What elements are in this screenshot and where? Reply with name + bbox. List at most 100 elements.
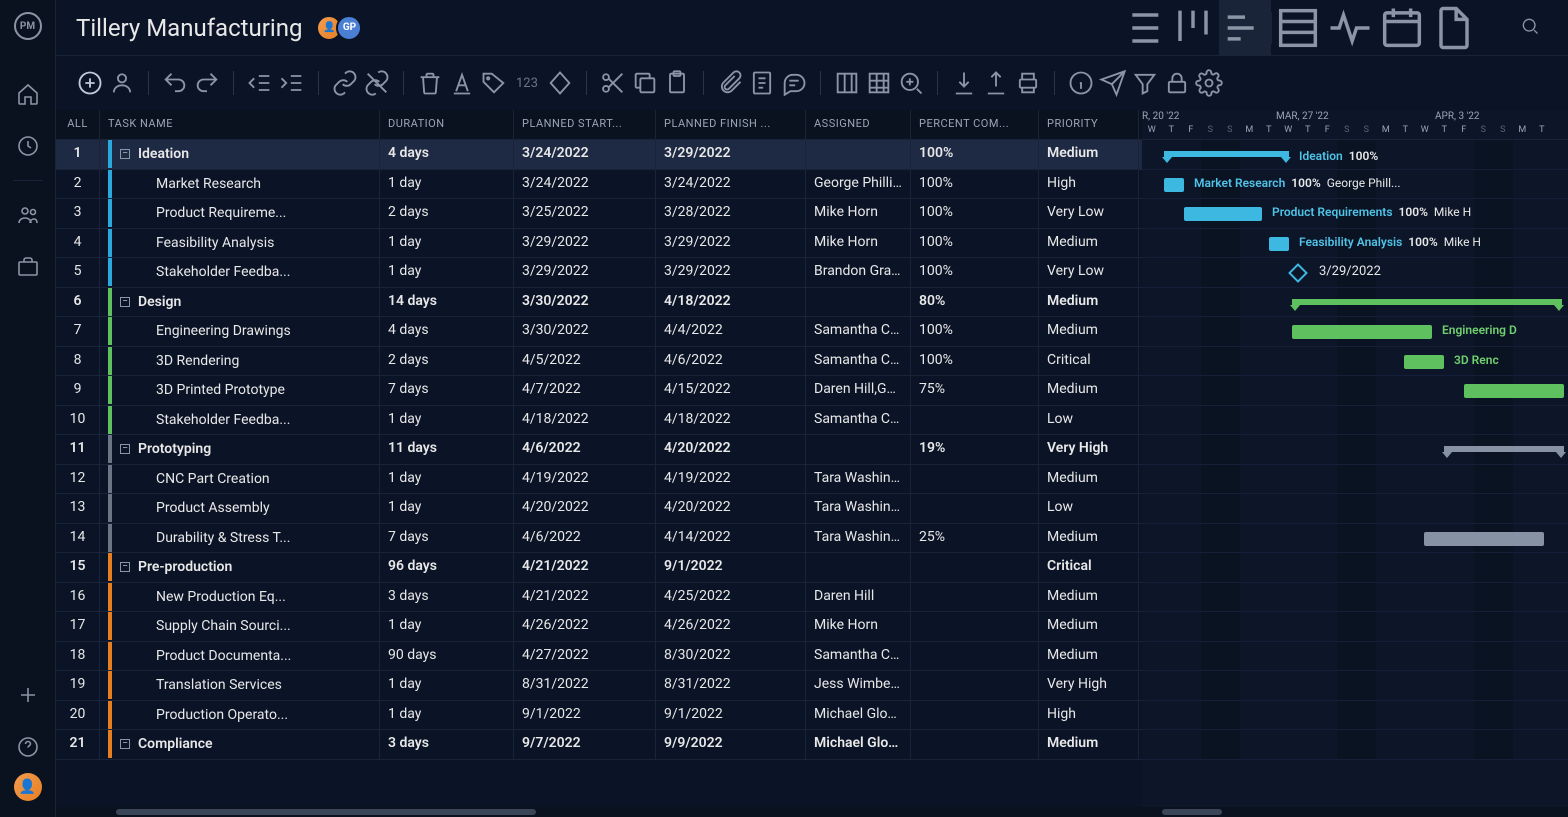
cut-icon[interactable]: [599, 69, 627, 97]
text-format-icon[interactable]: [448, 69, 476, 97]
col-task-name[interactable]: TASK NAME: [100, 110, 380, 139]
unlink-icon[interactable]: [363, 69, 391, 97]
columns-icon[interactable]: [833, 69, 861, 97]
table-row[interactable]: 7Engineering Drawings4 days3/30/20224/4/…: [56, 317, 1142, 347]
table-row[interactable]: 4Feasibility Analysis1 day3/29/20223/29/…: [56, 229, 1142, 259]
workload-view-icon[interactable]: [1324, 0, 1376, 56]
export-icon[interactable]: [982, 69, 1010, 97]
gantt-row[interactable]: [1142, 612, 1568, 642]
send-icon[interactable]: [1099, 69, 1127, 97]
gantt-row[interactable]: [1142, 583, 1568, 613]
table-row[interactable]: 11−Prototyping11 days4/6/20224/20/202219…: [56, 435, 1142, 465]
gantt-row[interactable]: Engineering D: [1142, 317, 1568, 347]
notes-icon[interactable]: [748, 69, 776, 97]
gantt-row[interactable]: 3/29/2022: [1142, 258, 1568, 288]
gantt-task-bar[interactable]: Market Research100%George Phill...: [1164, 178, 1184, 192]
settings-icon[interactable]: [1195, 69, 1223, 97]
delete-icon[interactable]: [416, 69, 444, 97]
col-assigned[interactable]: ASSIGNED: [806, 110, 911, 139]
table-row[interactable]: 93D Printed Prototype7 days4/7/20224/15/…: [56, 376, 1142, 406]
table-row[interactable]: 2Market Research1 day3/24/20223/24/2022G…: [56, 170, 1142, 200]
collapse-icon[interactable]: −: [120, 149, 130, 159]
copy-icon[interactable]: [631, 69, 659, 97]
user-avatar[interactable]: 👤: [14, 773, 42, 801]
col-planned-finish[interactable]: PLANNED FINISH ...: [656, 110, 806, 139]
gantt-row[interactable]: Feasibility Analysis100%Mike H: [1142, 229, 1568, 259]
attach-icon[interactable]: [716, 69, 744, 97]
table-row[interactable]: 19Translation Services1 day8/31/20228/31…: [56, 671, 1142, 701]
search-icon[interactable]: [1520, 16, 1540, 40]
gantt-summary-bar[interactable]: [1444, 446, 1564, 452]
collapse-icon[interactable]: −: [120, 444, 130, 454]
help-icon[interactable]: [16, 735, 40, 759]
info-icon[interactable]: [1067, 69, 1095, 97]
gantt-task-bar[interactable]: Engineering D: [1292, 325, 1432, 339]
gantt-row[interactable]: [1142, 376, 1568, 406]
gantt-row[interactable]: [1142, 730, 1568, 760]
print-icon[interactable]: [1014, 69, 1042, 97]
gantt-row[interactable]: [1142, 701, 1568, 731]
gantt-row[interactable]: [1142, 465, 1568, 495]
gantt-task-bar[interactable]: Product Requirements100%Mike H: [1184, 207, 1262, 221]
table-row[interactable]: 1−Ideation4 days3/24/20223/29/2022100%Me…: [56, 140, 1142, 170]
portfolio-icon[interactable]: [16, 255, 40, 279]
gantt-milestone[interactable]: [1288, 263, 1308, 283]
calendar-view-icon[interactable]: [1376, 0, 1428, 56]
gantt-summary-bar[interactable]: Ideation100%: [1164, 151, 1289, 157]
table-row[interactable]: 10Stakeholder Feedba...1 day4/18/20224/1…: [56, 406, 1142, 436]
table-row[interactable]: 83D Rendering2 days4/5/20224/6/2022Saman…: [56, 347, 1142, 377]
team-icon[interactable]: [16, 203, 40, 227]
assign-icon[interactable]: [108, 69, 136, 97]
table-row[interactable]: 3Product Requireme...2 days3/25/20223/28…: [56, 199, 1142, 229]
gantt-view-icon[interactable]: [1219, 0, 1271, 56]
gantt-row[interactable]: Ideation100%: [1142, 140, 1568, 170]
gantt-task-bar[interactable]: Feasibility Analysis100%Mike H: [1269, 237, 1289, 251]
tag-icon[interactable]: [480, 69, 508, 97]
recent-icon[interactable]: [16, 134, 40, 158]
grid-icon[interactable]: [865, 69, 893, 97]
project-members[interactable]: 👤 GP: [322, 15, 362, 41]
table-row[interactable]: 18Product Documenta...90 days4/27/20228/…: [56, 642, 1142, 672]
milestone-icon[interactable]: [546, 69, 574, 97]
lock-icon[interactable]: [1163, 69, 1191, 97]
undo-icon[interactable]: [161, 69, 189, 97]
member-avatar[interactable]: GP: [336, 15, 362, 41]
col-percent[interactable]: PERCENT COM...: [911, 110, 1039, 139]
gantt-row[interactable]: [1142, 494, 1568, 524]
gantt-row[interactable]: [1142, 671, 1568, 701]
table-row[interactable]: 17Supply Chain Sourci...1 day4/26/20224/…: [56, 612, 1142, 642]
redo-icon[interactable]: [193, 69, 221, 97]
import-icon[interactable]: [950, 69, 978, 97]
table-row[interactable]: 13Product Assembly1 day4/20/20224/20/202…: [56, 494, 1142, 524]
gantt-summary-bar[interactable]: [1292, 299, 1562, 305]
gantt-row[interactable]: [1142, 553, 1568, 583]
list-view-icon[interactable]: [1115, 0, 1167, 56]
add-icon[interactable]: [16, 683, 40, 707]
col-planned-start[interactable]: PLANNED START...: [514, 110, 656, 139]
zoom-icon[interactable]: [897, 69, 925, 97]
table-row[interactable]: 21−Compliance3 days9/7/20229/9/2022Micha…: [56, 730, 1142, 760]
collapse-icon[interactable]: −: [120, 739, 130, 749]
col-duration[interactable]: DURATION: [380, 110, 514, 139]
col-all[interactable]: ALL: [56, 110, 100, 139]
gantt-row[interactable]: [1142, 435, 1568, 465]
grid-body[interactable]: 1−Ideation4 days3/24/20223/29/2022100%Me…: [56, 140, 1142, 807]
board-view-icon[interactable]: [1167, 0, 1219, 56]
table-row[interactable]: 6−Design14 days3/30/20224/18/202280%Medi…: [56, 288, 1142, 318]
app-logo[interactable]: PM: [14, 12, 42, 40]
gantt-body[interactable]: Ideation100% Market Research100%George Ph…: [1142, 140, 1568, 760]
grid-h-scrollbar[interactable]: [56, 807, 1142, 817]
collapse-icon[interactable]: −: [120, 562, 130, 572]
sheet-view-icon[interactable]: [1272, 0, 1324, 56]
gantt-row[interactable]: [1142, 406, 1568, 436]
table-row[interactable]: 5Stakeholder Feedba...1 day3/29/20223/29…: [56, 258, 1142, 288]
filter-icon[interactable]: [1131, 69, 1159, 97]
paste-icon[interactable]: [663, 69, 691, 97]
gantt-h-scrollbar[interactable]: [1142, 807, 1568, 817]
files-view-icon[interactable]: [1428, 0, 1480, 56]
gantt-row[interactable]: 3D Renc: [1142, 347, 1568, 377]
gantt-row[interactable]: Product Requirements100%Mike H: [1142, 199, 1568, 229]
gantt-row[interactable]: [1142, 524, 1568, 554]
gantt-task-bar[interactable]: [1464, 384, 1564, 398]
link-icon[interactable]: [331, 69, 359, 97]
